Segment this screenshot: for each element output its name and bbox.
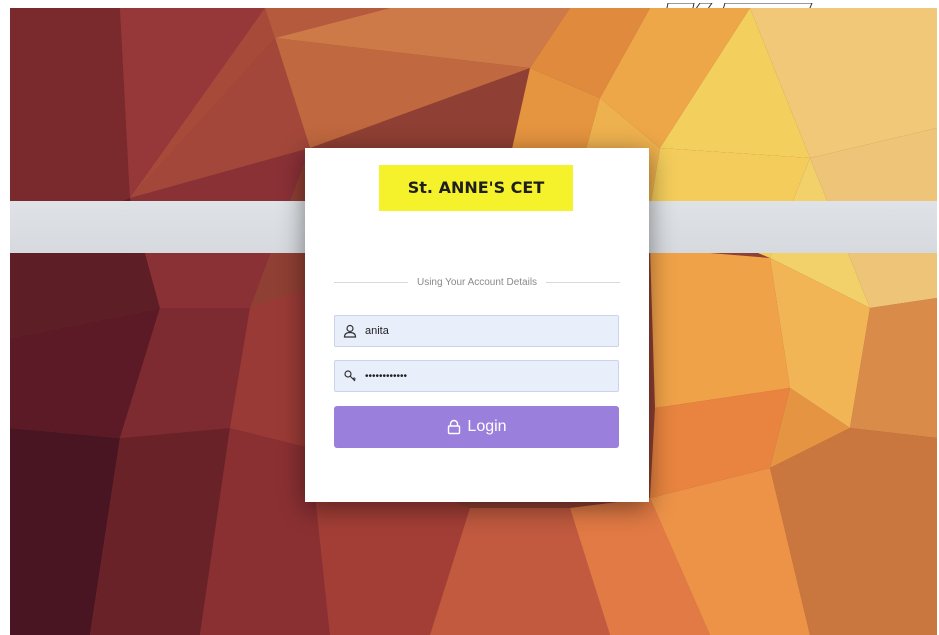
divider-text: Using Your Account Details <box>416 276 538 288</box>
account-details-divider: Using Your Account Details <box>334 273 621 291</box>
password-field[interactable]: •••••••••••• <box>334 360 619 392</box>
divider-line-left <box>334 281 408 283</box>
user-icon <box>335 316 365 346</box>
username-field[interactable]: anita <box>334 315 619 347</box>
lock-icon <box>446 419 467 435</box>
password-value: •••••••••••• <box>365 370 408 382</box>
key-icon <box>335 361 365 391</box>
login-title: St. ANNE'S CET <box>407 178 545 197</box>
divider-line-right <box>546 281 621 283</box>
login-button-label: Login <box>467 418 507 435</box>
username-value: anita <box>365 325 389 337</box>
login-button[interactable]: Login <box>334 406 619 448</box>
